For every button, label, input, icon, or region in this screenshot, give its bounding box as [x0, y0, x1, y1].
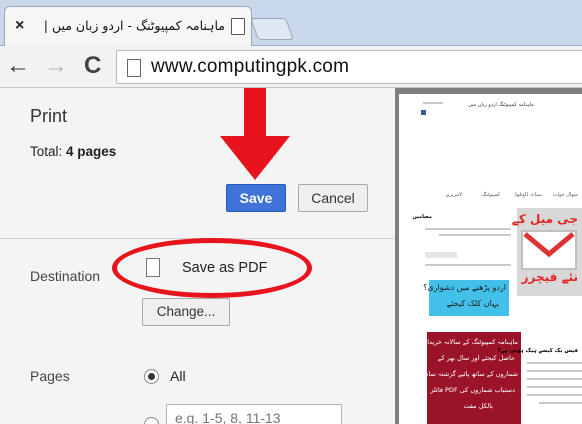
urdu-help-banner[interactable]: اردو پڑھنے میں دشواری؟ یہاں کلک کیجئے: [423, 280, 509, 316]
forward-arrow-icon[interactable]: →: [44, 51, 68, 81]
pages-label: Pages: [30, 368, 70, 384]
print-title: Print: [30, 106, 68, 126]
print-preview-area: ماہنامہ کمپیوٹنگ اردو زبان میں سوال جواب…: [395, 88, 582, 424]
tab-title: ماہنامہ کمپیوٹنگ - اردو زبان میں |: [43, 18, 225, 33]
preview-article-title: فیس بک کیسے ہیک ہوتی ہے؟: [497, 348, 578, 354]
preview-searchbox: [425, 252, 457, 258]
gmail-text-1: جی میل کے: [511, 212, 578, 226]
preview-nav-item: لائبریری: [445, 192, 462, 198]
print-settings-panel: Print Total: 4 pages Save Cancel Destina…: [0, 88, 395, 424]
preview-line: [527, 386, 582, 388]
preview-line: [527, 394, 582, 396]
document-icon: [146, 258, 160, 277]
preview-nav-item: سوال جواب: [552, 192, 578, 198]
browser-toolbar: ← → C www.computingpk.com: [0, 46, 582, 88]
facebook-icon: [421, 110, 426, 115]
gmail-envelope-icon: [521, 230, 577, 270]
preview-line: [527, 362, 582, 364]
back-arrow-icon[interactable]: ←: [6, 51, 30, 81]
preview-line: [539, 402, 582, 404]
destination-value: Save as PDF: [182, 260, 268, 276]
promo-line: حاصل کیجئے اور سال بھر کے: [437, 354, 515, 362]
preview-nav-item: کمپیوٹنگ: [481, 192, 500, 198]
tab-strip: × ماہنامہ کمپیوٹنگ - اردو زبان میں |: [0, 0, 582, 46]
url-text: www.computingpk.com: [151, 56, 350, 77]
subscription-promo-banner[interactable]: ماہنامہ کمپیوٹنگ کے سالانہ خریدار حاصل ک…: [424, 332, 521, 424]
gmail-article-image: جی میل کے نئے فیچرز: [512, 208, 582, 296]
browser-tab[interactable]: × ماہنامہ کمپیوٹنگ - اردو زبان میں |: [4, 6, 252, 46]
banner-text-1: اردو پڑھنے میں دشواری؟: [423, 283, 506, 292]
pages-range-radio[interactable]: [144, 417, 159, 424]
cancel-button[interactable]: Cancel: [298, 184, 368, 212]
gmail-text-2: نئے فیچرز: [521, 270, 578, 284]
preview-page: ماہنامہ کمپیوٹنگ اردو زبان میں سوال جواب…: [399, 94, 582, 424]
preview-line: [527, 370, 582, 372]
pages-range-input[interactable]: [166, 404, 342, 424]
preview-line: [439, 234, 511, 236]
total-prefix: Total:: [30, 144, 67, 159]
annotation-down-arrow-icon: [220, 88, 290, 180]
promo-line: بالکل مفت: [463, 402, 493, 410]
page-favicon-icon: [231, 18, 245, 35]
change-destination-button[interactable]: Change...: [142, 298, 230, 326]
total-value: 4 pages: [66, 144, 117, 159]
preview-line: [423, 102, 443, 104]
banner-text-2: یہاں کلک کیجئے: [446, 299, 499, 308]
total-pages: Total: 4 pages: [30, 144, 116, 159]
reload-icon[interactable]: C: [84, 51, 101, 81]
page-icon: [127, 59, 141, 77]
save-button[interactable]: Save: [226, 184, 286, 212]
pages-all-radio[interactable]: [144, 369, 159, 384]
promo-line: ماہنامہ کمپیوٹنگ کے سالانہ خریدار: [424, 338, 518, 346]
preview-line: [425, 228, 511, 230]
address-bar[interactable]: www.computingpk.com: [116, 50, 582, 84]
pages-all-label: All: [170, 368, 186, 384]
preview-header-text: ماہنامہ کمپیوٹنگ اردو زبان میں: [468, 102, 534, 108]
new-tab-button[interactable]: [249, 18, 295, 40]
promo-line: شماروں کے ساتھ پائیے گزشتہ تمام: [424, 370, 518, 378]
promo-line: دستیاب شماروں کی PDF فائلز: [430, 386, 515, 394]
preview-line: [425, 264, 511, 266]
preview-sidebar-title: مضامین: [412, 214, 432, 220]
preview-line: [527, 378, 582, 380]
close-tab-icon[interactable]: ×: [15, 17, 24, 35]
preview-nav-item: سیاٹ ڈاؤنلوڈ: [514, 192, 542, 198]
destination-label: Destination: [30, 268, 101, 284]
